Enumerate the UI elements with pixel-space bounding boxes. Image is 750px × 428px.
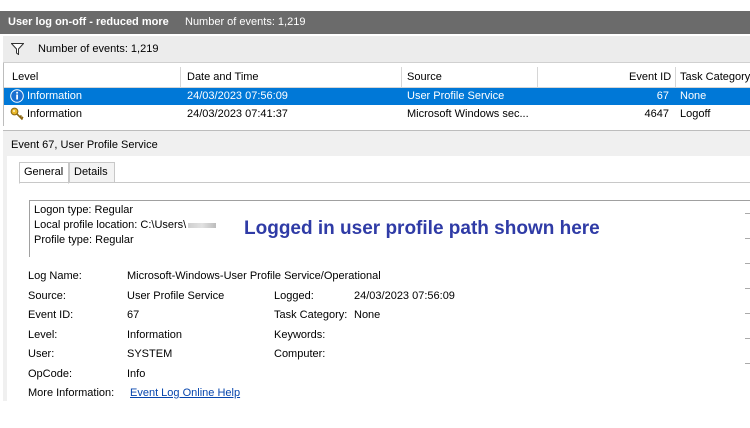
row-level: Information (27, 108, 83, 120)
column-separator[interactable] (537, 67, 538, 87)
level-value: Information (127, 329, 183, 341)
event-log-help-link[interactable]: Event Log Online Help (130, 387, 240, 399)
event-detail-pane: Event 67, User Profile Service General D… (3, 130, 750, 401)
column-source[interactable]: Source (407, 71, 442, 83)
column-separator[interactable] (401, 67, 402, 87)
source-label: Source: (28, 290, 66, 302)
log-name-value: Microsoft-Windows-User Profile Service/O… (127, 270, 381, 282)
row-level: Information (27, 90, 83, 102)
event-id-label: Event ID: (28, 309, 74, 321)
row-event-id: 4647 (644, 108, 669, 120)
more-info-label: More Information: (28, 387, 115, 399)
detail-title: Event 67, User Profile Service (11, 139, 158, 151)
task-category-value: None (354, 309, 381, 321)
row-source: User Profile Service (407, 90, 505, 102)
row-task-category: Logoff (680, 108, 711, 120)
opcode-label: OpCode: (28, 368, 73, 380)
profile-type-line: Profile type: Regular (34, 234, 134, 246)
filter-bar: Number of events: 1,219 (3, 36, 750, 63)
logged-label: Logged: (274, 290, 314, 302)
event-count: Number of events: 1,219 (185, 16, 306, 28)
detail-content: General Details Logon type: Regular Loca… (7, 156, 750, 401)
event-id-value: 67 (127, 309, 140, 321)
filter-label: Number of events: 1,219 (38, 43, 159, 55)
logon-type-line: Logon type: Regular (34, 204, 134, 216)
list-header: Level Date and Time Source Event ID Task… (4, 65, 750, 88)
computer-label: Computer: (274, 348, 326, 360)
user-value: SYSTEM (127, 348, 173, 360)
key-icon (10, 107, 24, 121)
event-list: Level Date and Time Source Event ID Task… (3, 63, 750, 126)
redacted-username (188, 222, 217, 228)
level-label: Level: (28, 329, 58, 341)
column-separator[interactable] (675, 67, 676, 87)
general-tab-body: Logon type: Regular Local profile locati… (19, 182, 750, 402)
column-event-id[interactable]: Event ID (629, 71, 671, 83)
row-source: Microsoft Windows sec... (407, 108, 529, 120)
opcode-value: Info (127, 368, 146, 380)
source-value: User Profile Service (127, 290, 225, 302)
description-box: Logon type: Regular Local profile locati… (29, 200, 750, 257)
tab-general[interactable]: General (19, 162, 69, 184)
row-task-category: None (680, 90, 707, 102)
filter-icon[interactable] (11, 43, 24, 55)
row-date-time: 24/03/2023 07:56:09 (187, 90, 288, 102)
column-date-time[interactable]: Date and Time (187, 71, 259, 83)
table-row[interactable]: Information 24/03/2023 07:41:37 Microsof… (4, 106, 750, 123)
logged-value: 24/03/2023 07:56:09 (354, 290, 455, 302)
user-label: User: (28, 348, 55, 360)
column-separator[interactable] (180, 67, 181, 87)
log-title: User log on-off - reduced more (8, 16, 169, 28)
column-task-category[interactable]: Task Category (680, 71, 750, 83)
vertical-scrollbar[interactable] (744, 213, 750, 428)
profile-location-line: Local profile location: C:\Users\ (34, 219, 217, 231)
profile-location-text: Local profile location: C:\Users\ (34, 219, 187, 231)
annotation-text: Logged in user profile path shown here (244, 218, 600, 239)
row-date-time: 24/03/2023 07:41:37 (187, 108, 288, 120)
title-bar: User log on-off - reduced more Number of… (0, 0, 750, 34)
table-row[interactable]: Information 24/03/2023 07:56:09 User Pro… (4, 88, 750, 105)
tab-details[interactable]: Details (69, 162, 115, 183)
info-icon (10, 89, 24, 103)
keywords-label: Keywords: (274, 329, 326, 341)
log-name-label: Log Name: (28, 270, 82, 282)
column-level[interactable]: Level (12, 71, 38, 83)
task-category-label: Task Category: (274, 309, 348, 321)
row-event-id: 67 (656, 90, 669, 102)
